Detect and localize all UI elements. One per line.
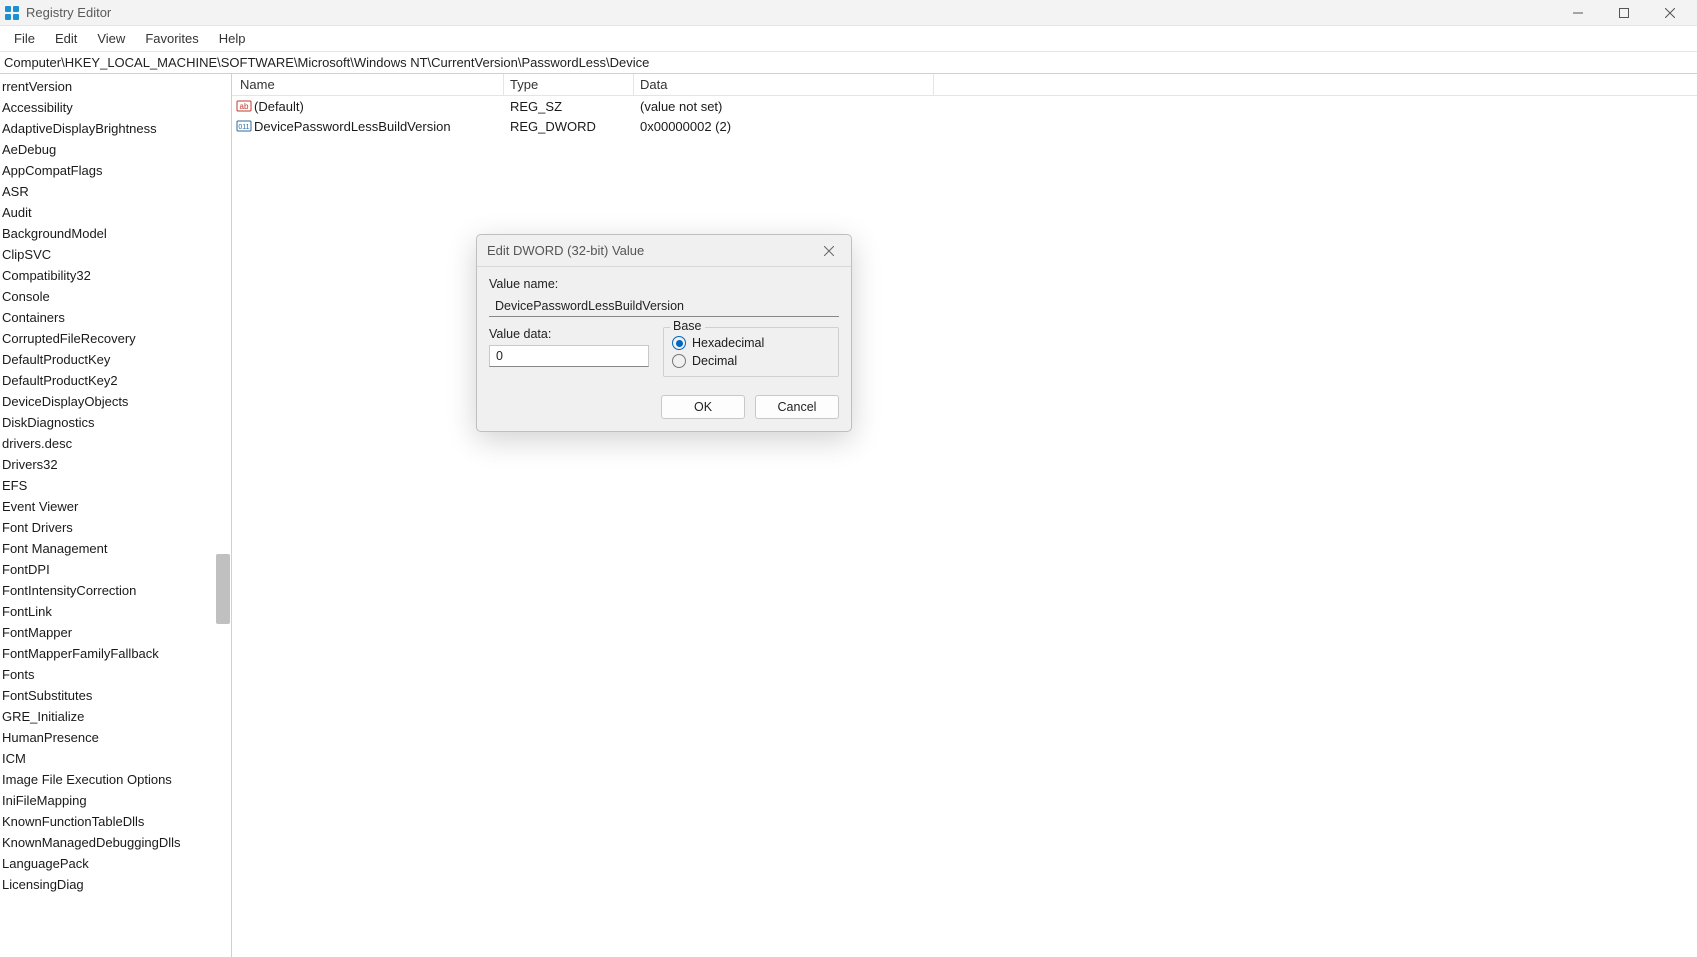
tree-item[interactable]: HumanPresence [0, 727, 231, 748]
svg-text:ab: ab [240, 102, 249, 111]
tree-item[interactable]: FontSubstitutes [0, 685, 231, 706]
tree-item[interactable]: LicensingDiag [0, 874, 231, 895]
list-rows: ab (Default) REG_SZ(value not set) 011 Devic… [232, 96, 1697, 136]
tree-item[interactable]: drivers.desc [0, 433, 231, 454]
tree-item[interactable]: Console [0, 286, 231, 307]
tree-item[interactable]: KnownManagedDebuggingDlls [0, 832, 231, 853]
menu-favorites[interactable]: Favorites [135, 28, 208, 49]
radio-dec-circle-icon [672, 354, 686, 368]
tree-item[interactable]: ASR [0, 181, 231, 202]
table-row[interactable]: 011 DevicePasswordLessBuildVersion REG_DWO… [232, 116, 1697, 136]
radio-decimal[interactable]: Decimal [672, 354, 830, 368]
column-type[interactable]: Type [504, 74, 634, 95]
tree-item[interactable]: GRE_Initialize [0, 706, 231, 727]
radio-hex-label: Hexadecimal [692, 336, 764, 350]
tree-item[interactable]: Font Management [0, 538, 231, 559]
menu-view[interactable]: View [87, 28, 135, 49]
list-pane[interactable]: Name Type Data ab (Default) REG_SZ(value n… [232, 74, 1697, 957]
window-controls [1555, 0, 1693, 26]
dialog-close-button[interactable] [817, 239, 841, 263]
scrollbar-thumb[interactable] [216, 554, 230, 624]
base-label: Base [670, 319, 705, 333]
maximize-button[interactable] [1601, 0, 1647, 26]
tree-list: rrentVersionAccessibilityAdaptiveDisplay… [0, 74, 231, 897]
row-name: DevicePasswordLessBuildVersion [254, 119, 451, 134]
row-data: (value not set) [634, 99, 934, 114]
tree-item[interactable]: Fonts [0, 664, 231, 685]
tree-item[interactable]: Font Drivers [0, 517, 231, 538]
radio-hex-circle-icon [672, 336, 686, 350]
tree-item[interactable]: DefaultProductKey2 [0, 370, 231, 391]
tree-item[interactable]: Audit [0, 202, 231, 223]
value-name-input[interactable] [489, 295, 839, 317]
dialog-title-text: Edit DWORD (32-bit) Value [487, 243, 644, 258]
ok-button[interactable]: OK [661, 395, 745, 419]
base-group: Base Hexadecimal Decimal [663, 327, 839, 377]
tree-item[interactable]: AeDebug [0, 139, 231, 160]
column-name[interactable]: Name [232, 74, 504, 95]
tree-item[interactable]: AppCompatFlags [0, 160, 231, 181]
tree-pane[interactable]: rrentVersionAccessibilityAdaptiveDisplay… [0, 74, 232, 957]
radio-dec-label: Decimal [692, 354, 737, 368]
string-value-icon: ab [236, 98, 252, 114]
edit-dword-dialog: Edit DWORD (32-bit) Value Value name: Va… [476, 234, 852, 432]
row-name: (Default) [254, 99, 304, 114]
value-data-input[interactable] [489, 345, 649, 367]
tree-item[interactable]: EFS [0, 475, 231, 496]
tree-item[interactable]: FontLink [0, 601, 231, 622]
tree-item[interactable]: FontDPI [0, 559, 231, 580]
svg-text:011: 011 [238, 124, 249, 131]
app-title: Registry Editor [26, 5, 111, 20]
menu-file[interactable]: File [4, 28, 45, 49]
address-bar[interactable]: Computer\HKEY_LOCAL_MACHINE\SOFTWARE\Mic… [0, 52, 1697, 74]
tree-item[interactable]: Drivers32 [0, 454, 231, 475]
tree-item[interactable]: Containers [0, 307, 231, 328]
menu-edit[interactable]: Edit [45, 28, 87, 49]
radio-hexadecimal[interactable]: Hexadecimal [672, 336, 830, 350]
tree-item[interactable]: Compatibility32 [0, 265, 231, 286]
tree-item[interactable]: Image File Execution Options [0, 769, 231, 790]
row-type: REG_DWORD [504, 119, 634, 134]
column-data[interactable]: Data [634, 74, 934, 95]
main-split: rrentVersionAccessibilityAdaptiveDisplay… [0, 74, 1697, 957]
tree-item[interactable]: DiskDiagnostics [0, 412, 231, 433]
menubar: File Edit View Favorites Help [0, 26, 1697, 52]
tree-item[interactable]: IniFileMapping [0, 790, 231, 811]
titlebar: Registry Editor [0, 0, 1697, 26]
tree-item[interactable]: FontIntensityCorrection [0, 580, 231, 601]
tree-item[interactable]: DefaultProductKey [0, 349, 231, 370]
list-header: Name Type Data [232, 74, 1697, 96]
tree-item[interactable]: Event Viewer [0, 496, 231, 517]
tree-item[interactable]: ClipSVC [0, 244, 231, 265]
tree-item[interactable]: KnownFunctionTableDlls [0, 811, 231, 832]
tree-item[interactable]: FontMapperFamilyFallback [0, 643, 231, 664]
row-type: REG_SZ [504, 99, 634, 114]
cancel-button[interactable]: Cancel [755, 395, 839, 419]
dialog-titlebar[interactable]: Edit DWORD (32-bit) Value [477, 235, 851, 267]
tree-item[interactable]: CorruptedFileRecovery [0, 328, 231, 349]
dialog-footer: OK Cancel [489, 395, 839, 419]
dialog-body: Value name: Value data: Base Hexadecimal… [477, 267, 851, 431]
tree-item[interactable]: rrentVersion [0, 76, 231, 97]
tree-item[interactable]: AdaptiveDisplayBrightness [0, 118, 231, 139]
value-data-label: Value data: [489, 327, 649, 341]
address-text: Computer\HKEY_LOCAL_MACHINE\SOFTWARE\Mic… [4, 55, 649, 70]
binary-value-icon: 011 [236, 118, 252, 134]
regedit-icon [4, 5, 20, 21]
row-data: 0x00000002 (2) [634, 119, 934, 134]
menu-help[interactable]: Help [209, 28, 256, 49]
tree-item[interactable]: FontMapper [0, 622, 231, 643]
tree-item[interactable]: LanguagePack [0, 853, 231, 874]
close-button[interactable] [1647, 0, 1693, 26]
tree-item[interactable]: BackgroundModel [0, 223, 231, 244]
tree-item[interactable]: DeviceDisplayObjects [0, 391, 231, 412]
table-row[interactable]: ab (Default) REG_SZ(value not set) [232, 96, 1697, 116]
tree-item[interactable]: Accessibility [0, 97, 231, 118]
minimize-button[interactable] [1555, 0, 1601, 26]
value-name-label: Value name: [489, 277, 839, 291]
tree-item[interactable]: ICM [0, 748, 231, 769]
